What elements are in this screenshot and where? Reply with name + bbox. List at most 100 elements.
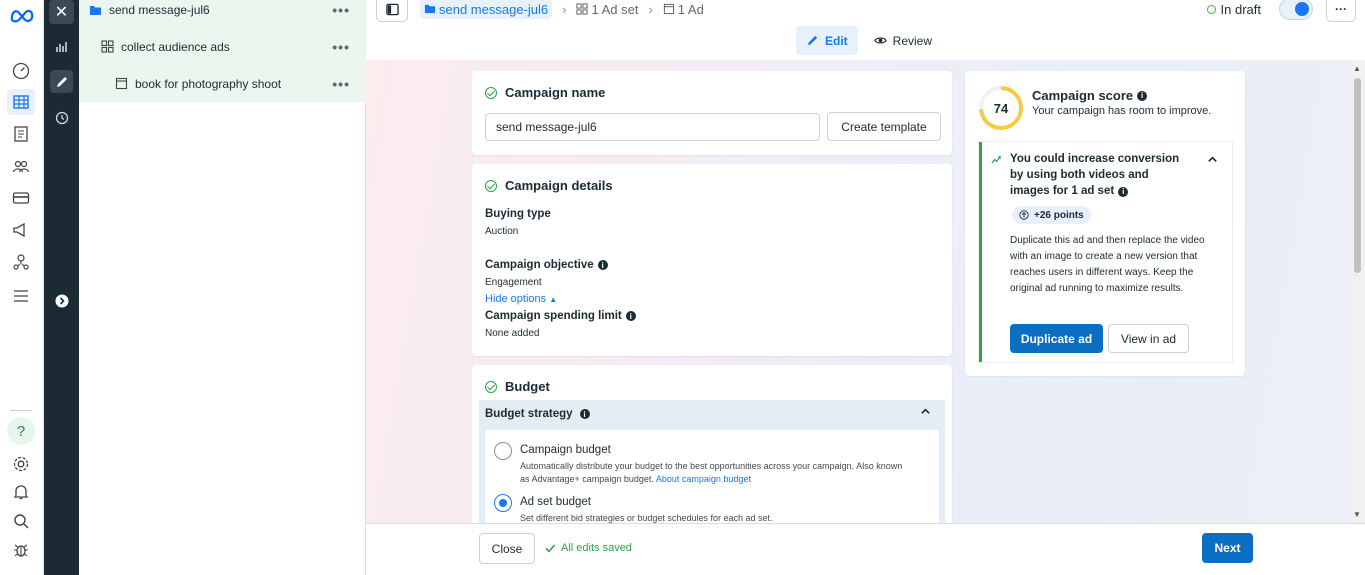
tree-item-adset[interactable]: collect audience ads ••• <box>79 28 366 65</box>
sidebar-toggle-button[interactable] <box>376 0 408 22</box>
adset-more-icon[interactable]: ••• <box>332 39 350 55</box>
expand-icon[interactable] <box>50 289 73 312</box>
audiences-icon[interactable] <box>10 155 32 177</box>
table-icon[interactable] <box>7 89 35 115</box>
hide-options-link[interactable]: Hide options ▲ <box>485 293 557 305</box>
adset-budget-radio[interactable] <box>494 494 512 512</box>
buying-type-label-text: Buying type <box>485 208 551 220</box>
adset-budget-title: Ad set budget <box>520 496 591 508</box>
info-icon[interactable]: i <box>625 311 636 321</box>
ad-more-icon[interactable]: ••• <box>332 76 350 92</box>
info-icon[interactable]: i <box>1118 187 1129 197</box>
points-badge: +26 points <box>1012 206 1091 224</box>
save-status: All edits saved <box>544 542 632 554</box>
tree-adset-label: collect audience ads <box>121 39 230 54</box>
about-campaign-budget-link[interactable]: About campaign budget <box>656 474 751 484</box>
budget-strategy-label: Budget strategy i <box>485 408 590 420</box>
business-icon[interactable] <box>10 251 32 273</box>
campaign-details-title: Campaign details <box>485 178 613 193</box>
pencil-icon <box>807 35 818 46</box>
adset-budget-desc: Set different bid strategies or budget s… <box>520 513 773 523</box>
breadcrumb-campaign-label: send message-jul6 <box>439 1 549 17</box>
check-circle-icon <box>485 86 497 99</box>
more-options-label: ··· <box>1335 2 1347 16</box>
dashboard-icon[interactable] <box>10 60 32 82</box>
breadcrumb-adset-label: 1 Ad set <box>591 1 639 17</box>
objective-label-text: Campaign objective <box>485 259 594 271</box>
scroll-down-icon[interactable]: ▼ <box>1353 510 1361 519</box>
info-icon[interactable]: i <box>597 260 608 270</box>
status-badge: In draft <box>1206 2 1261 17</box>
edit-icon[interactable] <box>50 70 73 93</box>
editor-nav: ✕ <box>44 0 79 575</box>
more-options-button[interactable]: ··· <box>1326 0 1356 22</box>
bug-icon[interactable] <box>10 539 32 561</box>
search-icon[interactable] <box>10 510 32 532</box>
tab-review[interactable]: Review <box>864 26 942 55</box>
arrow-up-icon <box>1019 210 1029 220</box>
info-icon[interactable]: i <box>1137 90 1148 101</box>
scrollbar[interactable]: ▲ ▼ <box>1350 60 1365 523</box>
buying-type-value: Auction <box>485 226 519 237</box>
campaign-budget-radio[interactable] <box>494 442 512 460</box>
campaign-toggle[interactable] <box>1279 0 1313 20</box>
chart-icon[interactable] <box>50 35 73 58</box>
close-button[interactable]: Close <box>479 533 535 564</box>
budget-card: Budget Budget strategy i Campaign budget … <box>472 365 952 523</box>
score-subtitle: Your campaign has room to improve. <box>1032 105 1212 117</box>
meta-logo-icon[interactable] <box>8 4 36 26</box>
help-icon[interactable]: ? <box>7 417 35 445</box>
settings-icon[interactable] <box>10 453 32 475</box>
spending-limit-label-text: Campaign spending limit <box>485 310 622 322</box>
tab-edit[interactable]: Edit <box>796 26 858 55</box>
tree-ad-label: book for photography shoot <box>135 76 282 91</box>
ads-icon[interactable] <box>10 219 32 241</box>
campaign-name-card: Campaign name send message-jul6 Create t… <box>472 71 952 155</box>
score-ring: 74 <box>979 86 1023 130</box>
campaign-more-icon[interactable]: ••• <box>332 2 350 18</box>
close-editor-icon[interactable]: ✕ <box>49 0 74 24</box>
caret-up-icon: ▲ <box>549 295 558 304</box>
breadcrumb-ad[interactable]: 1 Ad <box>663 2 704 17</box>
budget-strategy-panel: Budget strategy i Campaign budget Automat… <box>479 400 945 523</box>
eye-icon <box>873 37 887 44</box>
chevron-right-icon: › <box>562 1 567 17</box>
billing-icon[interactable] <box>10 187 32 209</box>
left-rail: ? <box>0 0 44 575</box>
info-icon[interactable]: i <box>579 409 590 419</box>
breadcrumb: send message-jul6 › 1 Ad set › 1 Ad <box>420 0 704 19</box>
tree-item-ad[interactable]: book for photography shoot ••• <box>79 65 366 102</box>
status-dot-icon <box>1206 5 1216 14</box>
create-template-button[interactable]: Create template <box>827 112 941 141</box>
campaign-name-input[interactable]: send message-jul6 <box>485 113 820 141</box>
history-icon[interactable] <box>50 106 73 129</box>
folder-icon <box>424 4 436 14</box>
next-button[interactable]: Next <box>1202 533 1253 563</box>
status-label: In draft <box>1220 2 1261 17</box>
recommendation-body: Duplicate this ad and then replace the v… <box>1010 235 1205 294</box>
points-label: +26 points <box>1034 209 1084 221</box>
score-title-text: Campaign score <box>1032 88 1134 103</box>
duplicate-ad-button[interactable]: Duplicate ad <box>1010 324 1103 353</box>
folder-icon <box>90 5 101 15</box>
editor-canvas: Campaign name send message-jul6 Create t… <box>366 60 1350 523</box>
tree-item-campaign[interactable]: send message-jul6 ••• <box>79 0 366 28</box>
recommendation-card: You could increase conversion by using b… <box>979 142 1232 362</box>
structure-tree: send message-jul6 ••• collect audience a… <box>79 0 366 575</box>
hide-options-label: Hide options <box>485 293 547 305</box>
breadcrumb-adset[interactable]: 1 Ad set <box>576 2 638 17</box>
view-in-ad-button[interactable]: View in ad <box>1108 324 1189 353</box>
pages-icon[interactable] <box>10 123 32 145</box>
scroll-up-icon[interactable]: ▲ <box>1353 64 1361 73</box>
top-bar: send message-jul6 › 1 Ad set › 1 Ad In d… <box>366 0 1365 60</box>
ad-icon <box>663 3 674 15</box>
mode-tabs: Edit Review <box>796 26 948 55</box>
bell-icon[interactable] <box>10 481 32 503</box>
editor-footer: Close All edits saved Next <box>366 523 1365 575</box>
chevron-up-icon[interactable] <box>1207 154 1218 165</box>
recommendation-title: You could increase conversion by using b… <box>1010 151 1190 199</box>
menu-icon[interactable] <box>10 285 32 307</box>
breadcrumb-campaign[interactable]: send message-jul6 <box>420 0 553 19</box>
scrollbar-thumb[interactable] <box>1354 78 1361 273</box>
chevron-up-icon[interactable] <box>920 406 931 420</box>
